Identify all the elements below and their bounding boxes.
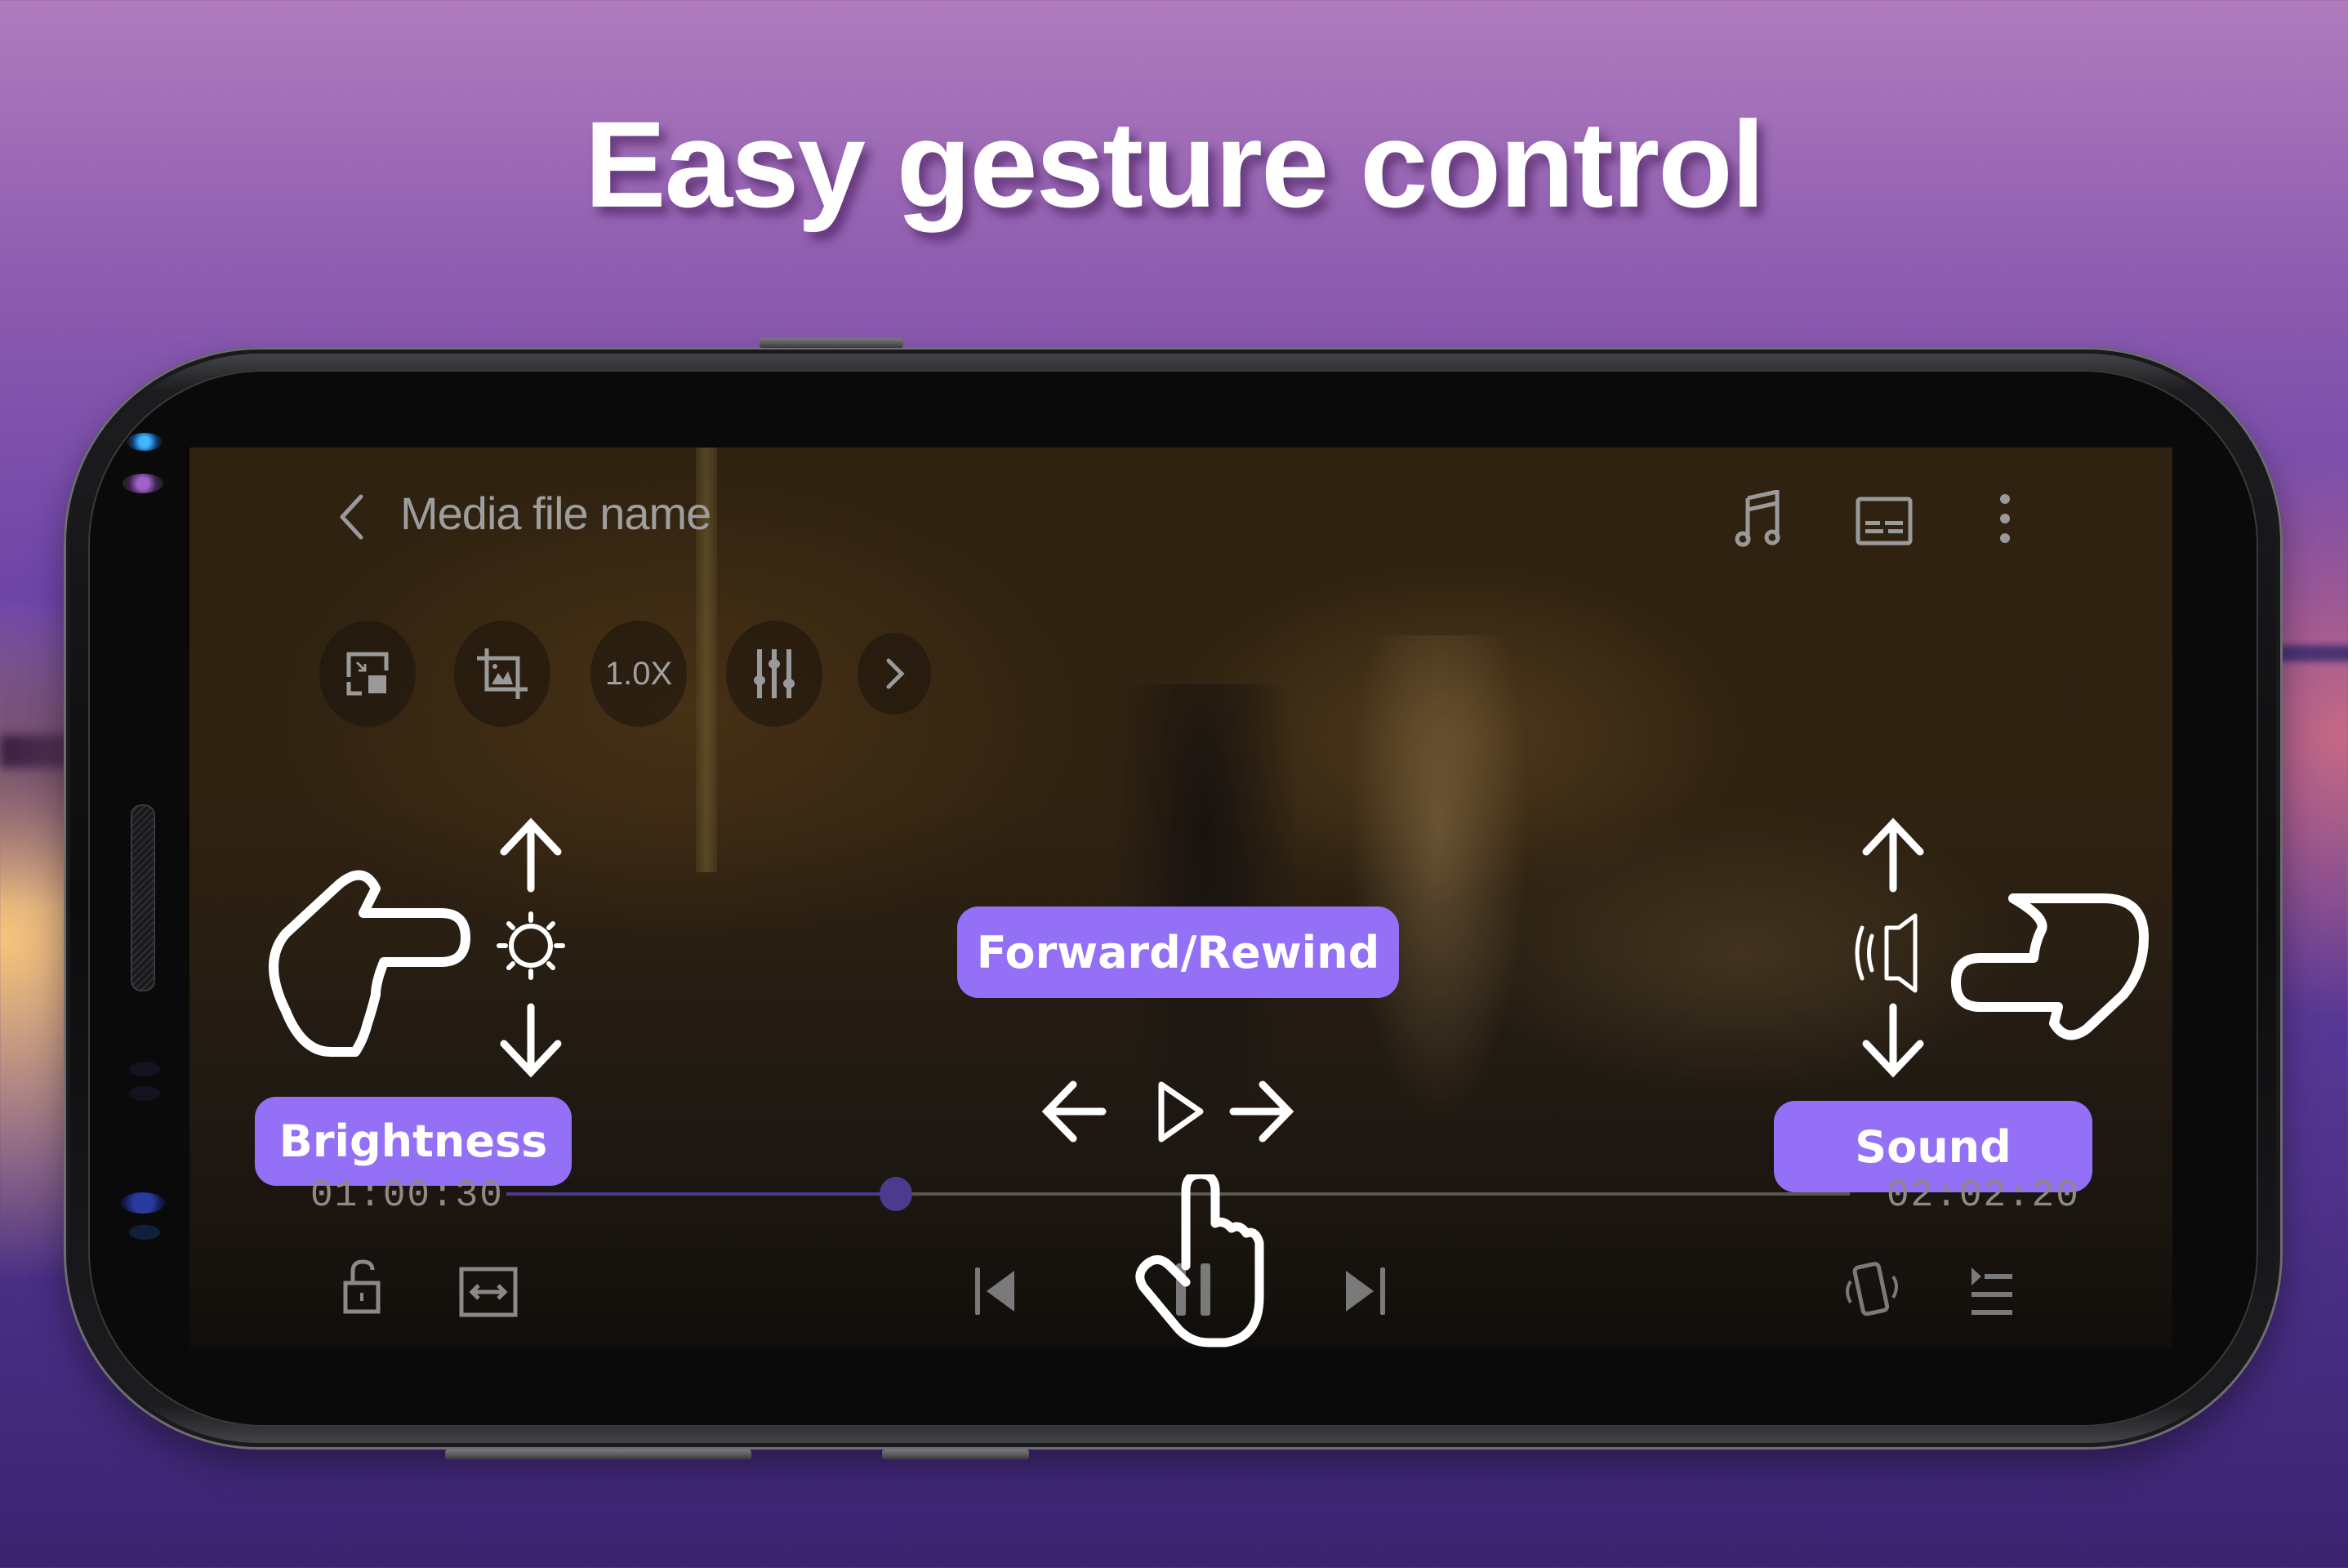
play-icon	[1158, 1081, 1204, 1143]
seek-bar-progress	[506, 1192, 897, 1196]
front-camera	[127, 433, 163, 451]
auto-rotate-icon[interactable]	[1841, 1258, 1903, 1321]
speed-label: 1.0X	[604, 655, 673, 692]
iris-led	[121, 1192, 165, 1214]
media-title: Media file name	[400, 488, 711, 539]
sun-icon	[497, 911, 565, 980]
video-player-screen[interactable]: Media file name 1.0X Brightness Sound Fo…	[189, 448, 2172, 1348]
forward-rewind-label: Forward/Rewind	[957, 906, 1399, 998]
pop-up-play-button[interactable]	[319, 621, 416, 727]
tap-hand-icon	[1135, 1174, 1264, 1348]
seek-bar-thumb[interactable]	[880, 1177, 913, 1211]
playback-speed-button[interactable]: 1.0X	[590, 621, 687, 727]
expand-toolbar-button[interactable]	[858, 633, 931, 715]
equalizer-button[interactable]	[726, 621, 822, 727]
chevron-right-icon	[886, 658, 905, 689]
iris-sensor	[123, 474, 163, 493]
back-icon[interactable]	[332, 492, 373, 541]
arrow-up-icon	[500, 817, 562, 893]
seek-gesture	[1041, 1080, 1294, 1143]
light-sensor	[129, 1086, 160, 1101]
background-horizon	[2279, 645, 2348, 662]
earpiece-speaker	[131, 804, 155, 991]
more-vertical-icon[interactable]	[1997, 492, 2013, 550]
equalizer-icon	[754, 649, 795, 698]
music-note-icon[interactable]	[1731, 490, 1785, 547]
volume-gesture	[1855, 817, 2149, 1078]
phone-side-button	[760, 338, 903, 348]
brightness-label: Brightness	[255, 1097, 572, 1186]
playlist-icon[interactable]	[1970, 1264, 2014, 1316]
current-time: 01:00:30	[310, 1174, 504, 1217]
next-icon[interactable]	[1339, 1264, 1388, 1318]
speaker-icon	[1855, 913, 1918, 993]
aspect-ratio-icon[interactable]	[459, 1267, 518, 1317]
pointing-hand-icon	[269, 870, 470, 1057]
unlock-icon[interactable]	[343, 1258, 381, 1314]
proximity-sensor	[129, 1062, 160, 1076]
sensor	[129, 1225, 160, 1240]
arrow-right-icon	[1229, 1080, 1294, 1143]
phone-side-button	[445, 1450, 751, 1459]
subtitles-icon[interactable]	[1856, 497, 1913, 546]
brightness-gesture	[269, 817, 565, 1078]
total-time: 02:02:20	[1887, 1174, 2080, 1217]
arrow-down-icon	[1862, 1003, 1924, 1078]
headline: Easy gesture control	[584, 96, 1766, 233]
arrow-left-icon	[1041, 1080, 1107, 1143]
pop-up-play-icon	[346, 652, 389, 696]
crop-screen-button[interactable]	[454, 621, 550, 727]
arrow-up-icon	[1862, 817, 1924, 893]
phone-side-button	[882, 1450, 1029, 1459]
previous-icon[interactable]	[972, 1264, 1021, 1318]
arrow-down-icon	[500, 1003, 562, 1078]
crop-screen-icon	[477, 648, 528, 699]
pointing-hand-icon	[1951, 893, 2149, 1040]
